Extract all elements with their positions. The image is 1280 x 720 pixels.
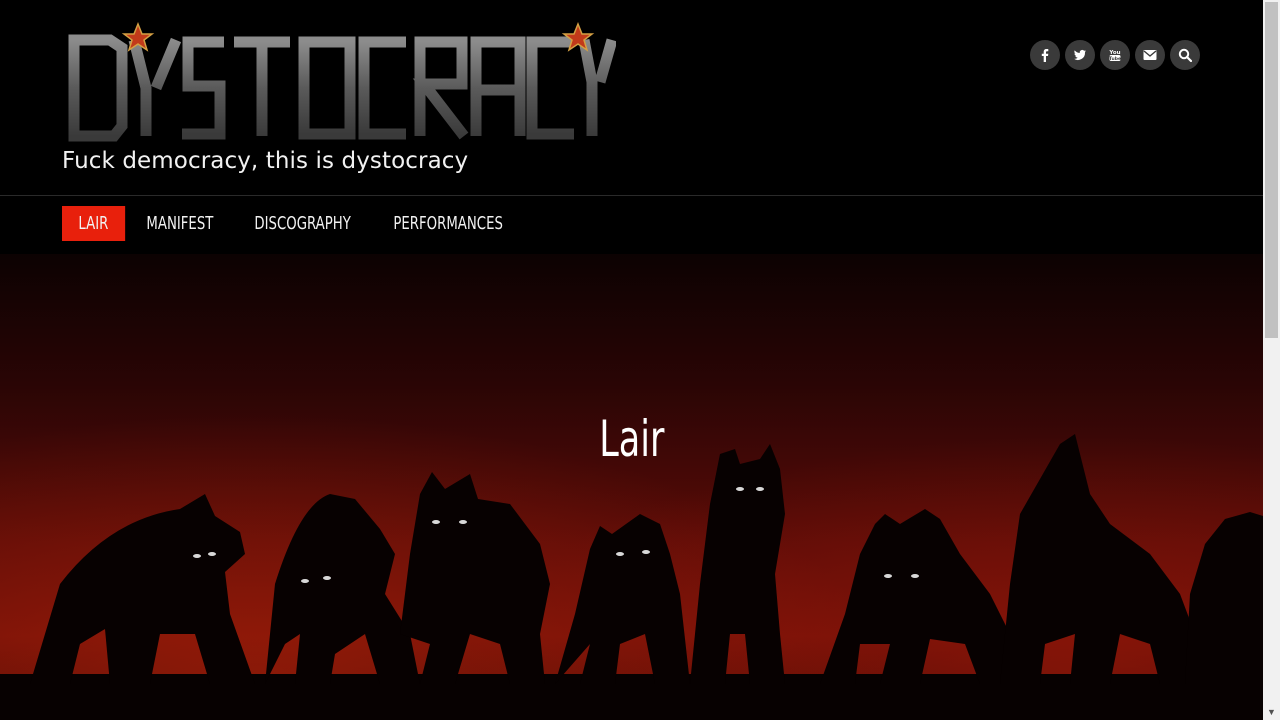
page-title: Lair [0,410,1263,468]
nav-item-lair[interactable]: LAIR [62,206,125,241]
email-button[interactable] [1135,40,1165,70]
twitter-button[interactable] [1065,40,1095,70]
social-links: You Tube [1030,40,1200,70]
nav-item-performances[interactable]: PERFORMANCES [377,206,519,241]
email-icon [1143,50,1157,60]
scroll-down-arrow-icon[interactable]: ▼ [1263,703,1280,720]
site-tagline: Fuck democracy, this is dystocracy [62,148,469,174]
search-icon [1178,48,1192,62]
wolves-silhouette-image [0,434,1263,720]
facebook-button[interactable] [1030,40,1060,70]
nav-menu: LAIR MANIFEST DISCOGRAPHY PERFORMANCES [62,206,553,241]
site-header: Fuck democracy, this is dystocracy You T… [0,0,1263,196]
scrollbar-thumb[interactable] [1265,2,1278,338]
nav-item-discography[interactable]: DISCOGRAPHY [238,206,367,241]
page-title-text: Lair [598,410,665,468]
youtube-button[interactable]: You Tube [1100,40,1130,70]
search-button[interactable] [1170,40,1200,70]
site-logo[interactable] [64,18,618,142]
twitter-icon [1074,49,1086,60]
page: Fuck democracy, this is dystocracy You T… [0,0,1263,720]
facebook-icon [1041,49,1049,62]
hero-banner: Lair [0,254,1263,720]
youtube-icon: You Tube [1108,50,1121,62]
main-nav: LAIR MANIFEST DISCOGRAPHY PERFORMANCES [0,196,1263,254]
svg-text:Tube: Tube [1109,56,1121,62]
vertical-scrollbar[interactable]: ▲ ▼ [1263,0,1280,720]
nav-item-manifest[interactable]: MANIFEST [130,206,230,241]
